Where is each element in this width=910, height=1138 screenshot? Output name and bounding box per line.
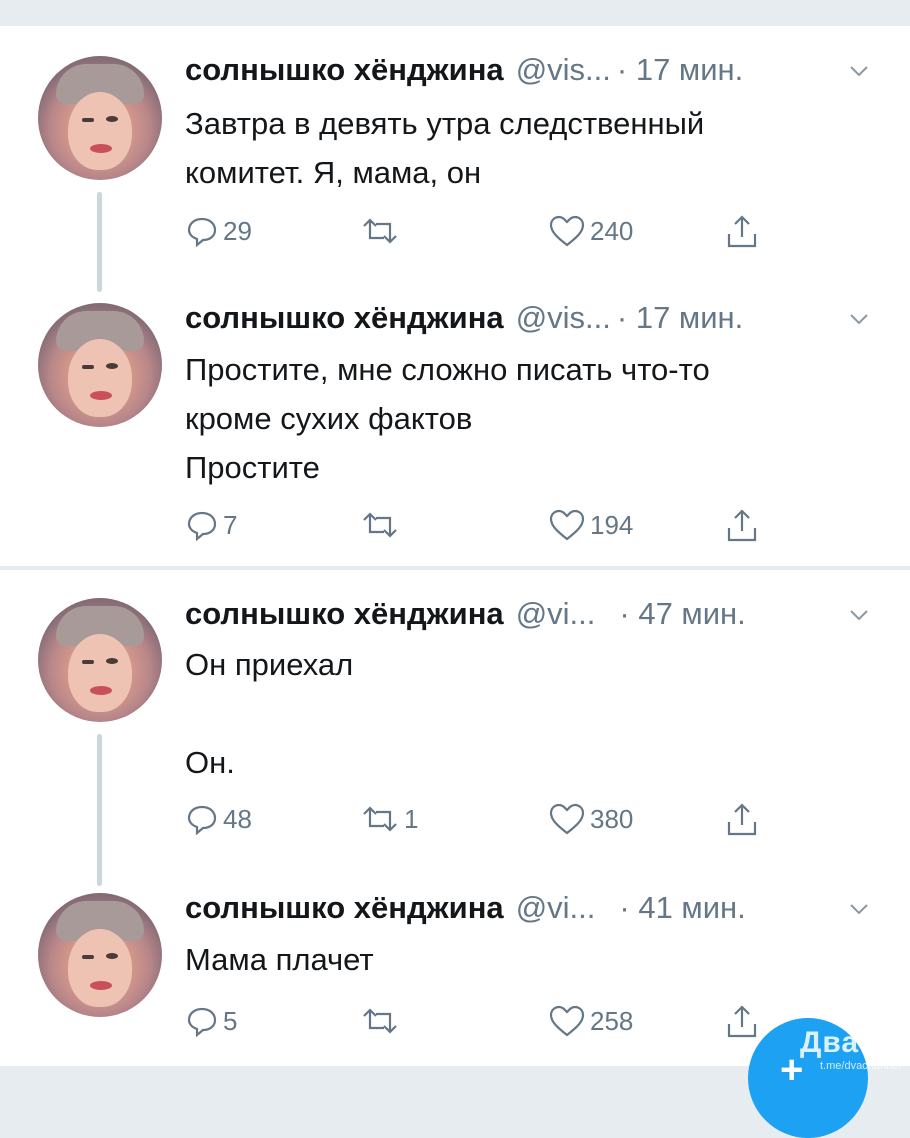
retweet-icon xyxy=(363,806,397,832)
like-button[interactable]: 258 xyxy=(548,1004,633,1038)
reply-count: 5 xyxy=(223,1005,238,1036)
user-handle[interactable]: @vi... xyxy=(516,890,596,926)
retweet-icon xyxy=(363,512,397,538)
share-button[interactable] xyxy=(725,508,759,544)
like-button[interactable]: 240 xyxy=(548,214,633,248)
chevron-down-icon[interactable] xyxy=(848,308,870,330)
reply-icon xyxy=(187,217,217,248)
tweet-header: солнышко хёнджина @vi... · 47 мин. xyxy=(185,596,870,636)
reply-icon xyxy=(187,1007,217,1038)
retweet-icon xyxy=(363,218,397,244)
share-icon xyxy=(727,803,757,836)
retweet-button[interactable] xyxy=(360,214,404,248)
reply-button[interactable]: 48 xyxy=(185,802,252,836)
reply-button[interactable]: 7 xyxy=(185,508,237,542)
like-button[interactable]: 380 xyxy=(548,802,633,836)
avatar[interactable] xyxy=(38,893,162,1017)
avatar[interactable] xyxy=(38,303,162,427)
avatar[interactable] xyxy=(38,598,162,722)
tweet-header: солнышко хёнджина @vis... · 17 мин. xyxy=(185,52,870,92)
retweet-button[interactable] xyxy=(360,1004,404,1038)
share-icon xyxy=(727,215,757,248)
retweet-button[interactable]: 1 xyxy=(360,802,418,836)
timestamp[interactable]: · 47 мин. xyxy=(619,596,745,632)
like-count: 380 xyxy=(590,803,634,834)
tweet-actions: 7 194 xyxy=(185,508,785,544)
tweet-actions: 5 258 xyxy=(185,1004,785,1040)
tweet-text: Завтра в девять утра следственный комите… xyxy=(185,106,705,190)
timestamp[interactable]: · 41 мин. xyxy=(619,890,745,926)
reply-count: 7 xyxy=(223,509,238,540)
like-count: 258 xyxy=(590,1005,634,1036)
reply-button[interactable]: 5 xyxy=(185,1004,237,1038)
like-count: 240 xyxy=(590,215,634,246)
display-name[interactable]: солнышко хёнджина xyxy=(185,596,504,632)
like-count: 194 xyxy=(590,509,634,540)
retweet-icon xyxy=(363,1008,397,1034)
thread-connector-line xyxy=(97,192,102,292)
share-button[interactable] xyxy=(725,1004,759,1040)
share-icon xyxy=(727,509,757,542)
display-name[interactable]: солнышко хёнджина xyxy=(185,890,504,926)
chevron-down-icon[interactable] xyxy=(848,60,870,82)
retweet-button[interactable] xyxy=(360,508,404,542)
reply-count: 29 xyxy=(223,215,252,246)
user-handle[interactable]: @vis... xyxy=(516,52,611,88)
display-name[interactable]: солнышко хёнджина xyxy=(185,300,504,336)
timestamp[interactable]: · 17 мин. xyxy=(617,52,743,88)
like-button[interactable]: 194 xyxy=(548,508,633,542)
reply-button[interactable]: 29 xyxy=(185,214,252,248)
share-button[interactable] xyxy=(725,214,759,250)
heart-icon xyxy=(549,803,585,835)
thread-connector-line xyxy=(97,734,102,886)
heart-icon xyxy=(549,509,585,541)
tweet-text: Мама плачет xyxy=(185,942,374,977)
heart-icon xyxy=(549,215,585,247)
watermark-url: t.me/dvachannel xyxy=(820,1060,901,1072)
retweet-count: 1 xyxy=(404,803,419,834)
reply-count: 48 xyxy=(223,803,252,834)
chevron-down-icon[interactable] xyxy=(848,898,870,920)
share-icon xyxy=(727,1005,757,1038)
tweet-header: солнышко хёнджина @vi... · 41 мин. xyxy=(185,890,870,930)
tweet-actions: 29 240 xyxy=(185,214,785,250)
timestamp[interactable]: · 17 мин. xyxy=(617,300,743,336)
tweet-header: солнышко хёнджина @vis... · 17 мин. xyxy=(185,300,870,340)
user-handle[interactable]: @vi... xyxy=(516,596,596,632)
reply-icon xyxy=(187,511,217,542)
chevron-down-icon[interactable] xyxy=(848,604,870,626)
avatar[interactable] xyxy=(38,56,162,180)
tweet-actions: 48 1 380 xyxy=(185,802,785,838)
reply-icon xyxy=(187,805,217,836)
heart-icon xyxy=(549,1005,585,1037)
display-name[interactable]: солнышко хёнджина xyxy=(185,52,504,88)
tweet-text: Он приехал Он. xyxy=(185,647,354,780)
share-button[interactable] xyxy=(725,802,759,838)
watermark-logo: Двач xyxy=(800,1026,877,1059)
tweet-text: Простите, мне сложно писать что-то кроме… xyxy=(185,352,710,485)
user-handle[interactable]: @vis... xyxy=(516,300,611,336)
